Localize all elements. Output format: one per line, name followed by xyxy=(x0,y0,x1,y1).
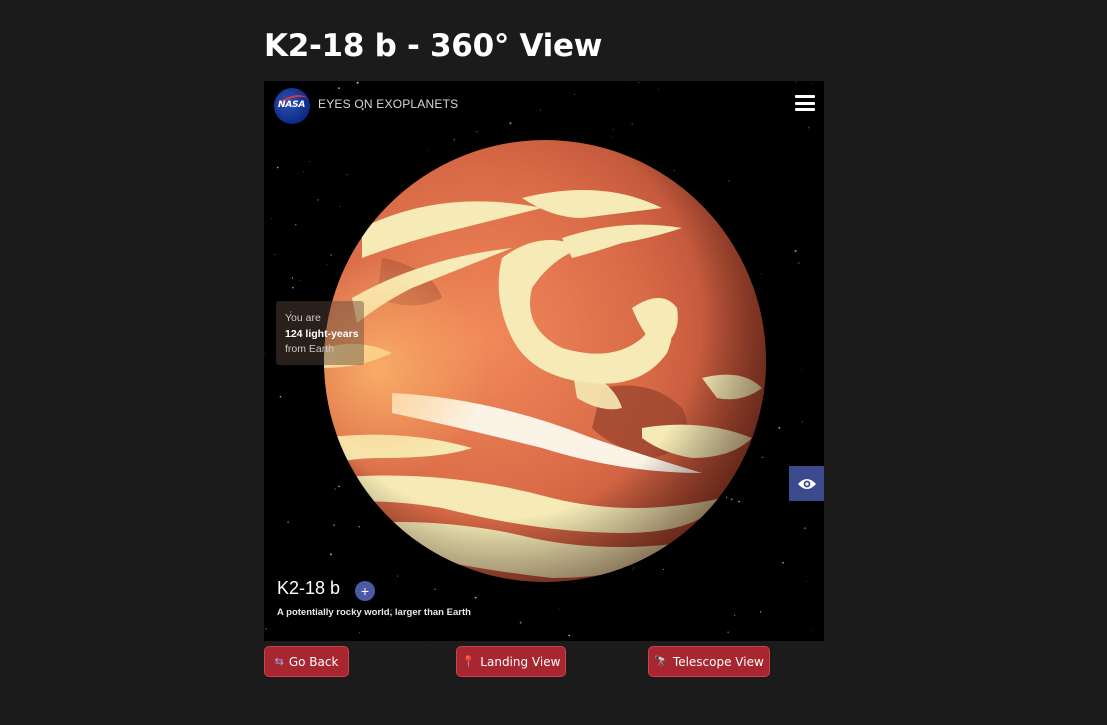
star xyxy=(810,631,812,633)
swap-arrows-icon: ⇆ xyxy=(274,655,284,668)
star xyxy=(265,628,267,630)
star xyxy=(782,561,784,564)
star xyxy=(303,171,304,172)
pin-icon: 📍 xyxy=(461,655,476,668)
distance-value: 124 light-years xyxy=(285,327,359,340)
star xyxy=(476,130,478,133)
landing-view-label: Landing View xyxy=(480,654,561,669)
go-back-label: Go Back xyxy=(288,654,339,669)
hamburger-menu-icon[interactable] xyxy=(795,95,815,111)
star xyxy=(803,527,806,530)
eye-button[interactable] xyxy=(789,466,824,501)
star xyxy=(610,136,612,138)
star xyxy=(309,161,311,163)
star xyxy=(306,574,308,575)
star xyxy=(794,249,797,253)
star xyxy=(805,580,807,582)
star xyxy=(474,596,477,599)
telescope-view-label: Telescope View xyxy=(672,654,764,669)
star xyxy=(274,253,276,256)
star xyxy=(292,287,294,289)
distance-panel: You are 124 light-years from Earth xyxy=(276,301,364,365)
star xyxy=(801,421,804,423)
page-title: K2-18 b - 360° View xyxy=(264,28,603,64)
brand-title: EYES ON EXOPLANETS xyxy=(318,97,459,111)
star xyxy=(317,198,320,201)
exoplanet-viewer[interactable]: NASA EYES ON EXOPLANETS You are 124 ligh… xyxy=(264,81,824,641)
star xyxy=(733,614,736,616)
star xyxy=(568,634,571,637)
eye-icon xyxy=(797,478,816,489)
distance-line-3: from Earth xyxy=(285,343,335,355)
star xyxy=(428,639,430,641)
telescope-icon: 🔭 xyxy=(654,655,668,668)
planet-globe[interactable] xyxy=(322,138,768,584)
star xyxy=(291,277,294,279)
planet-info-plus-button[interactable]: + xyxy=(355,581,375,601)
star xyxy=(295,224,297,226)
star xyxy=(798,262,800,264)
viewer-topbar: NASA EYES ON EXOPLANETS xyxy=(264,81,824,129)
landing-view-button[interactable]: 📍 Landing View xyxy=(456,646,566,677)
star xyxy=(800,368,802,370)
star xyxy=(276,166,279,169)
planet-name: K2-18 b xyxy=(277,578,341,598)
star xyxy=(434,588,436,591)
star xyxy=(519,621,522,624)
star xyxy=(727,631,730,634)
telescope-view-button[interactable]: 🔭 Telescope View xyxy=(648,646,770,677)
nasa-logo-text: NASA xyxy=(278,100,306,110)
star xyxy=(759,611,762,613)
star xyxy=(264,353,265,355)
star xyxy=(299,279,301,281)
star xyxy=(287,520,290,524)
star xyxy=(279,395,282,398)
star xyxy=(559,608,561,610)
planet-tagline: A potentially rocky world, larger than E… xyxy=(277,607,471,618)
go-back-button[interactable]: ⇆ Go Back xyxy=(264,646,349,677)
star xyxy=(271,218,272,219)
nasa-logo[interactable]: NASA xyxy=(274,88,311,124)
star xyxy=(358,632,361,634)
distance-line-1: You are xyxy=(285,312,321,324)
star xyxy=(778,426,781,429)
